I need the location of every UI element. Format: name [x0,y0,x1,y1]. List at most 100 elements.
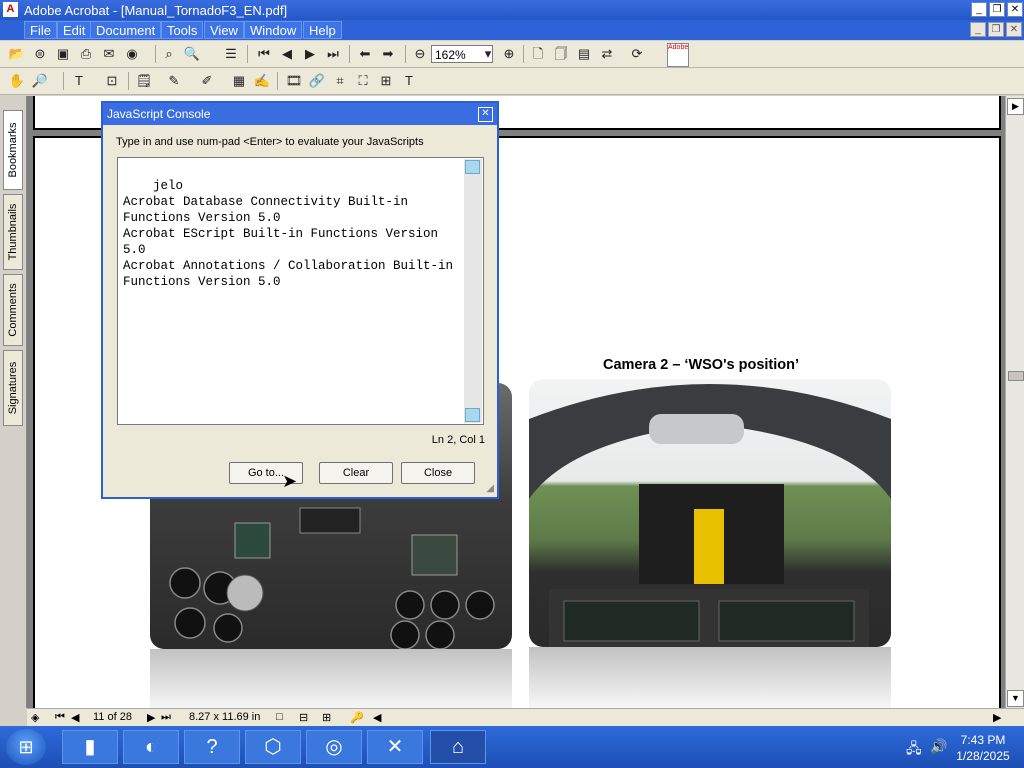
toolbar-main: 📂 ⊜ ▣ ⎙ ✉ ◉ ⌕ 🔍 ☰ ⏮ ◀ ▶ ⏭ ⬅ ➡ ⊖ 162% ▾ ⊕… [0,41,1024,68]
stamp-tool-icon[interactable]: ▦ [230,72,248,90]
console-scrollbar[interactable] [464,159,482,423]
prev-page-icon[interactable]: ◀ [278,45,296,63]
task-help-icon[interactable]: ? [184,730,240,764]
tab-thumbnails[interactable]: Thumbnails [3,194,23,270]
scroll-right-small-arrow-icon[interactable]: ▶ [993,711,1001,724]
movie-tool-icon[interactable]: 🎞 [285,72,303,90]
doc-close-button[interactable]: ✕ [1006,22,1022,37]
menu-help[interactable]: Help [303,21,342,39]
menu-tools[interactable]: Tools [161,21,204,39]
toolbar-separator [247,45,248,63]
menu-bar: File Edit Document Tools View Window Hel… [0,20,1024,40]
task-explorer-icon[interactable]: ▮ [62,730,118,764]
form-tool-icon[interactable]: ⊞ [377,72,395,90]
adobe-logo[interactable]: Adobe [667,43,689,67]
continuous-icon[interactable]: ⊟ [299,711,308,724]
first-page-small-icon[interactable]: ⏮ [55,711,65,724]
go-forward-icon[interactable]: ➡ [379,45,397,63]
touchup-text-tool-icon[interactable]: T [400,72,418,90]
menu-file[interactable]: File [24,21,57,39]
tab-comments[interactable]: Comments [3,274,23,346]
show-hide-navigation-icon[interactable]: ☰ [222,45,240,63]
menu-window[interactable]: Window [244,21,303,39]
save-copy-icon[interactable]: ⊜ [31,45,49,63]
scroll-thumb[interactable] [1008,371,1024,381]
dialog-close-icon[interactable]: ✕ [478,107,493,122]
crop-tool-icon[interactable]: ⛶ [354,72,372,90]
first-page-icon[interactable]: ⏮ [255,45,273,63]
taskbar: ⊞ ▮ ◐ ? ⬡ ◎ ✕ ⌂ 🖧 🔊 7:43 PM 1/28/2025 [0,726,1024,768]
start-button[interactable]: ⊞ [6,729,46,765]
last-page-icon[interactable]: ⏭ [324,45,342,63]
clear-button[interactable]: Clear [319,462,393,484]
reflow-icon[interactable]: ⇄ [598,45,616,63]
mouse-cursor-icon: ➤ [282,471,298,491]
task-acrobat-icon[interactable]: ⌂ [430,730,486,764]
scroll-down-arrow-icon[interactable]: ▼ [1007,690,1024,707]
note-tool-icon[interactable]: 🗒 [135,72,153,90]
hand-tool-icon[interactable]: ✋ [8,72,26,90]
next-page-small-icon[interactable]: ▶ [147,711,155,724]
facing-pages-icon[interactable]: ⊞ [322,711,331,724]
next-page-icon[interactable]: ▶ [301,45,319,63]
snapshot-icon[interactable]: ⊡ [103,72,121,90]
minimize-button[interactable]: _ [971,2,987,17]
vertical-scrollbar[interactable]: ▶ ▼ [1005,96,1024,708]
zoom-in-icon[interactable]: ⊕ [500,45,518,63]
cockpit-image-right [529,379,891,647]
console-scroll-down-icon[interactable] [465,408,480,422]
maximize-button[interactable]: ❐ [989,2,1005,17]
single-page-icon[interactable]: □ [276,711,283,723]
task-window-icon[interactable]: ✕ [367,730,423,764]
menu-document[interactable]: Document [90,21,162,39]
doc-restore-button[interactable]: ❐ [988,22,1004,37]
actual-size-icon[interactable]: 🗋 [529,45,547,63]
network-icon[interactable]: 🖧 [906,738,922,762]
link-tool-icon[interactable]: 🔗 [308,72,326,90]
close-window-button[interactable]: ✕ [1007,2,1023,17]
menu-edit[interactable]: Edit [57,21,92,39]
text-select-icon[interactable]: T [70,72,88,90]
fit-width-icon[interactable]: ▤ [575,45,593,63]
find-icon[interactable]: ⌕ [160,45,178,63]
search-icon[interactable]: 🔍 [183,45,201,63]
dialog-title-bar: JavaScript Console ✕ [103,103,497,125]
image-reflection [529,647,891,708]
print-icon[interactable]: ⎙ [77,45,95,63]
zoom-tool-icon[interactable]: 🔎 [31,72,49,90]
task-firefox-icon[interactable]: ◐ [123,730,179,764]
task-disk-icon[interactable]: ◎ [306,730,362,764]
zoom-out-icon[interactable]: ⊖ [411,45,429,63]
go-back-icon[interactable]: ⬅ [356,45,374,63]
split-handle-icon[interactable]: ◈ [31,711,39,724]
scroll-left-arrow-icon[interactable]: ◀ [373,711,381,724]
rotate-icon[interactable]: ⟳ [628,45,646,63]
scroll-right-arrow-icon[interactable]: ▶ [1007,98,1024,115]
save-icon[interactable]: ▣ [54,45,72,63]
pencil-tool-icon[interactable]: ✎ [165,72,183,90]
page-number-field[interactable]: 11 of 28 [93,711,132,723]
task-package-icon[interactable]: ⬡ [245,730,301,764]
volume-icon[interactable]: 🔊 [930,738,947,755]
article-tool-icon[interactable]: ⌗ [331,72,349,90]
last-page-small-icon[interactable]: ⏭ [161,711,171,724]
menu-view[interactable]: View [204,21,244,39]
acrobat-app-icon[interactable]: A [3,2,18,17]
resize-grip-icon[interactable]: ◢ [486,483,494,494]
doc-minimize-button[interactable]: _ [970,22,986,37]
zoom-dropdown-chevron-icon[interactable]: ▾ [479,45,497,63]
signature-tool-icon[interactable]: ✍ [253,72,271,90]
highlight-tool-icon[interactable]: ✐ [198,72,216,90]
open-icon[interactable]: 📂 [8,45,26,63]
title-bar: A Adobe Acrobat - [Manual_TornadoF3_EN.p… [0,0,1024,20]
tab-signatures[interactable]: Signatures [3,350,23,426]
email-icon[interactable]: ✉ [100,45,118,63]
close-button[interactable]: Close [401,462,475,484]
console-textarea[interactable]: jelo Acrobat Database Connectivity Built… [117,157,484,425]
console-scroll-up-icon[interactable] [465,160,480,174]
taskbar-clock[interactable]: 7:43 PM 1/28/2025 [950,732,1016,764]
tab-bookmarks[interactable]: Bookmarks [3,110,23,190]
prev-page-small-icon[interactable]: ◀ [71,711,79,724]
organizer-icon[interactable]: ◉ [123,45,141,63]
fit-page-icon[interactable]: 🗍 [552,45,570,63]
